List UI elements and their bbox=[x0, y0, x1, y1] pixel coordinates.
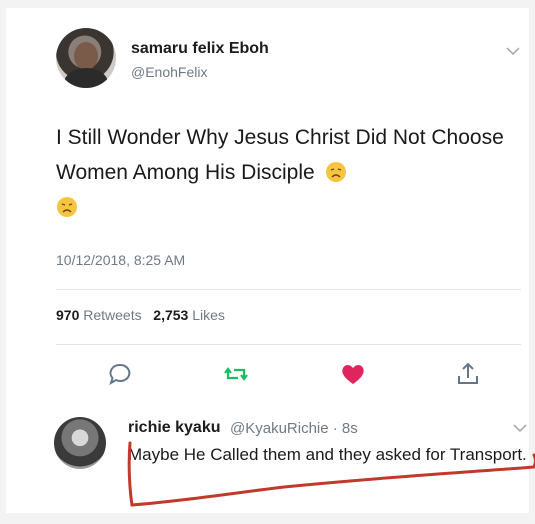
tweet-actions bbox=[56, 360, 526, 390]
author-handle[interactable]: @EnohFelix bbox=[131, 64, 207, 80]
chevron-down-icon[interactable] bbox=[513, 423, 527, 433]
avatar[interactable] bbox=[56, 28, 116, 88]
weary-face-emoji-icon bbox=[325, 162, 346, 182]
share-icon[interactable] bbox=[454, 360, 482, 388]
avatar-shirt bbox=[64, 68, 108, 88]
reply-avatar[interactable] bbox=[54, 417, 106, 469]
avatar-face bbox=[74, 42, 98, 70]
tweet-stats: 970 Retweets 2,753 Likes bbox=[56, 307, 225, 323]
tweet-text: I Still Wonder Why Jesus Christ Did Not … bbox=[56, 120, 516, 225]
reply-display-name[interactable]: richie kyaku bbox=[128, 419, 221, 437]
likes-count[interactable]: 2,753 bbox=[153, 307, 188, 323]
tweet-body: I Still Wonder Why Jesus Christ Did Not … bbox=[56, 126, 504, 184]
tweet-timestamp[interactable]: 10/12/2018, 8:25 AM bbox=[56, 252, 185, 268]
reply-text: Maybe He Called them and they asked for … bbox=[128, 445, 527, 464]
retweet-icon[interactable] bbox=[222, 360, 250, 388]
divider bbox=[56, 344, 521, 345]
retweets-count[interactable]: 970 bbox=[56, 307, 79, 323]
reply-handle[interactable]: @KyakuRichie · 8s bbox=[230, 420, 358, 437]
chevron-down-icon[interactable] bbox=[506, 46, 520, 56]
tweet-card: samaru felix Eboh @EnohFelix I Still Won… bbox=[6, 8, 535, 513]
reply-icon[interactable] bbox=[106, 360, 134, 388]
author-display-name[interactable]: samaru felix Eboh bbox=[131, 40, 269, 58]
like-icon[interactable] bbox=[339, 360, 367, 388]
retweets-label[interactable]: Retweets bbox=[83, 307, 141, 323]
frowning-face-emoji-icon bbox=[57, 197, 77, 217]
reply-tweet[interactable]: richie kyaku @KyakuRichie · 8s Maybe He … bbox=[46, 403, 535, 513]
tweet-header: samaru felix Eboh @EnohFelix bbox=[56, 28, 526, 98]
likes-label[interactable]: Likes bbox=[192, 307, 225, 323]
divider bbox=[56, 289, 521, 290]
